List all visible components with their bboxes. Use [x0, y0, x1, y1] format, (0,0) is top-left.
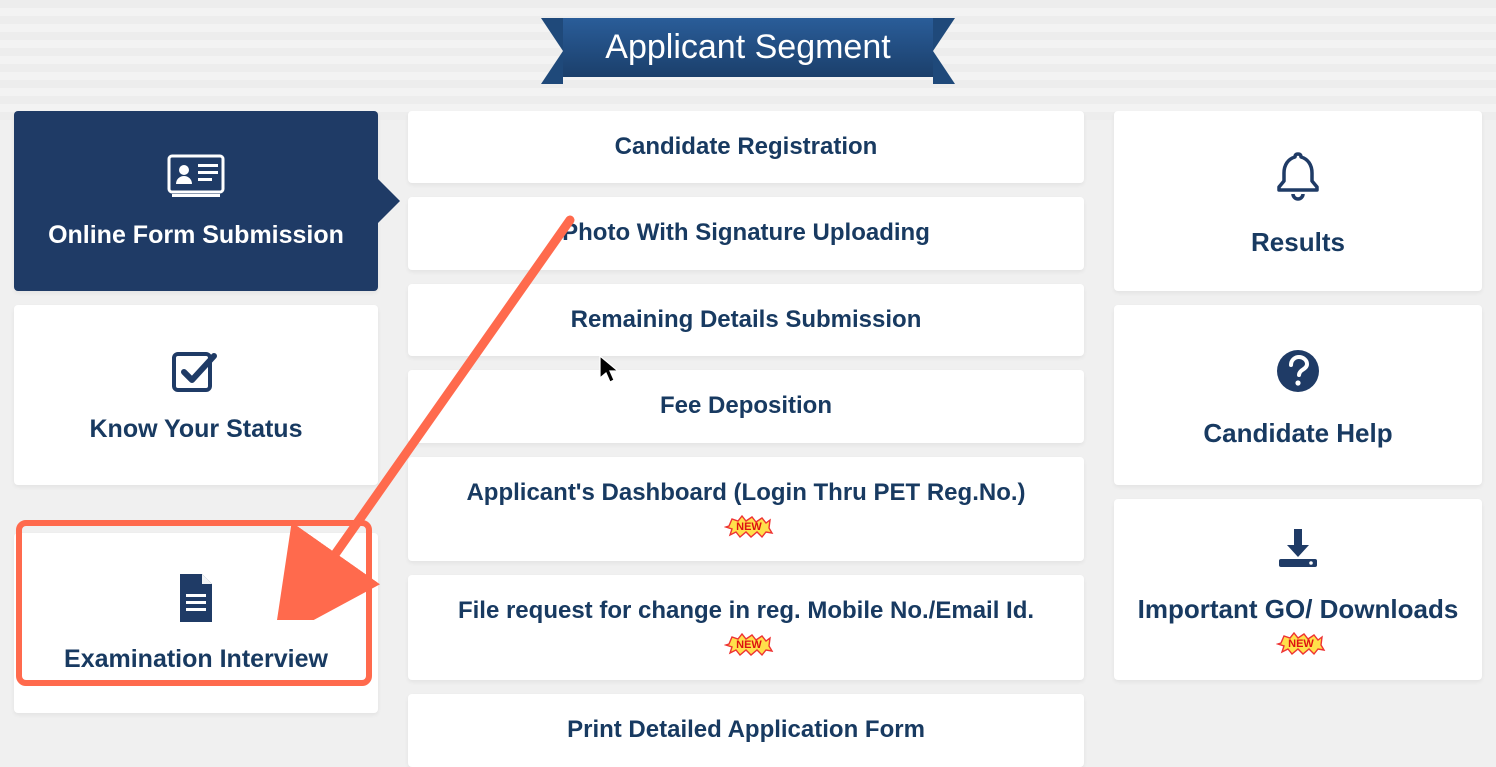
main-panel: Candidate Registration Photo With Signat… — [408, 111, 1084, 767]
svg-text:NEW: NEW — [736, 639, 762, 651]
link-label: Photo With Signature Uploading — [562, 219, 930, 246]
sidebar-item-label: Online Form Submission — [24, 221, 368, 250]
spacer — [14, 499, 378, 519]
sidebar-item-online-form[interactable]: Online Form Submission — [14, 111, 378, 291]
link-remaining-details[interactable]: Remaining Details Submission — [408, 284, 1084, 356]
link-change-mobile[interactable]: File request for change in reg. Mobile N… — [408, 575, 1084, 680]
card-label: Important GO/ Downloads — [1138, 594, 1459, 624]
page-title-ribbon: Applicant Segment — [563, 18, 932, 77]
sidebar: Online Form Submission Know Your Status — [14, 111, 378, 767]
link-label: Print Detailed Application Form — [567, 716, 925, 743]
question-icon — [1274, 347, 1322, 403]
link-dashboard[interactable]: Applicant's Dashboard (Login Thru PET Re… — [408, 457, 1084, 562]
card-help[interactable]: Candidate Help — [1114, 305, 1482, 485]
link-candidate-registration[interactable]: Candidate Registration — [408, 111, 1084, 183]
sidebar-item-label: Examination Interview — [24, 645, 368, 674]
link-photo-upload[interactable]: Photo With Signature Uploading — [408, 197, 1084, 269]
link-label: Applicant's Dashboard (Login Thru PET Re… — [466, 479, 1025, 506]
page-title: Applicant Segment — [605, 28, 890, 66]
link-fee-deposition[interactable]: Fee Deposition — [408, 370, 1084, 442]
card-label: Candidate Help — [1203, 417, 1392, 450]
download-icon — [1273, 527, 1323, 579]
link-label: File request for change in reg. Mobile N… — [458, 597, 1034, 624]
sidebar-item-examination[interactable]: Examination Interview — [14, 533, 378, 713]
document-icon — [174, 572, 218, 631]
bell-icon — [1273, 150, 1323, 212]
sidebar-item-know-status[interactable]: Know Your Status — [14, 305, 378, 485]
main-container: Online Form Submission Know Your Status — [0, 111, 1496, 767]
right-panel: Results Candidate Help — [1114, 111, 1482, 767]
svg-text:NEW: NEW — [1288, 638, 1314, 650]
link-print-form[interactable]: Print Detailed Application Form — [408, 694, 1084, 766]
card-results[interactable]: Results — [1114, 111, 1482, 291]
new-badge-icon: NEW — [724, 513, 774, 539]
card-downloads[interactable]: Important GO/ Downloads NEW — [1114, 499, 1482, 680]
sidebar-item-label: Know Your Status — [24, 415, 368, 444]
page-header: Applicant Segment — [0, 0, 1496, 77]
link-label: Remaining Details Submission — [571, 306, 922, 333]
card-label-wrap: Important GO/ Downloads NEW — [1128, 593, 1468, 658]
link-label: Candidate Registration — [615, 133, 878, 160]
svg-text:NEW: NEW — [736, 521, 762, 533]
id-card-icon — [166, 152, 226, 207]
new-badge-icon: NEW — [724, 631, 774, 657]
card-label: Results — [1251, 226, 1345, 259]
link-label: Fee Deposition — [660, 392, 832, 419]
new-badge-icon: NEW — [1276, 630, 1326, 656]
check-icon — [170, 346, 222, 401]
